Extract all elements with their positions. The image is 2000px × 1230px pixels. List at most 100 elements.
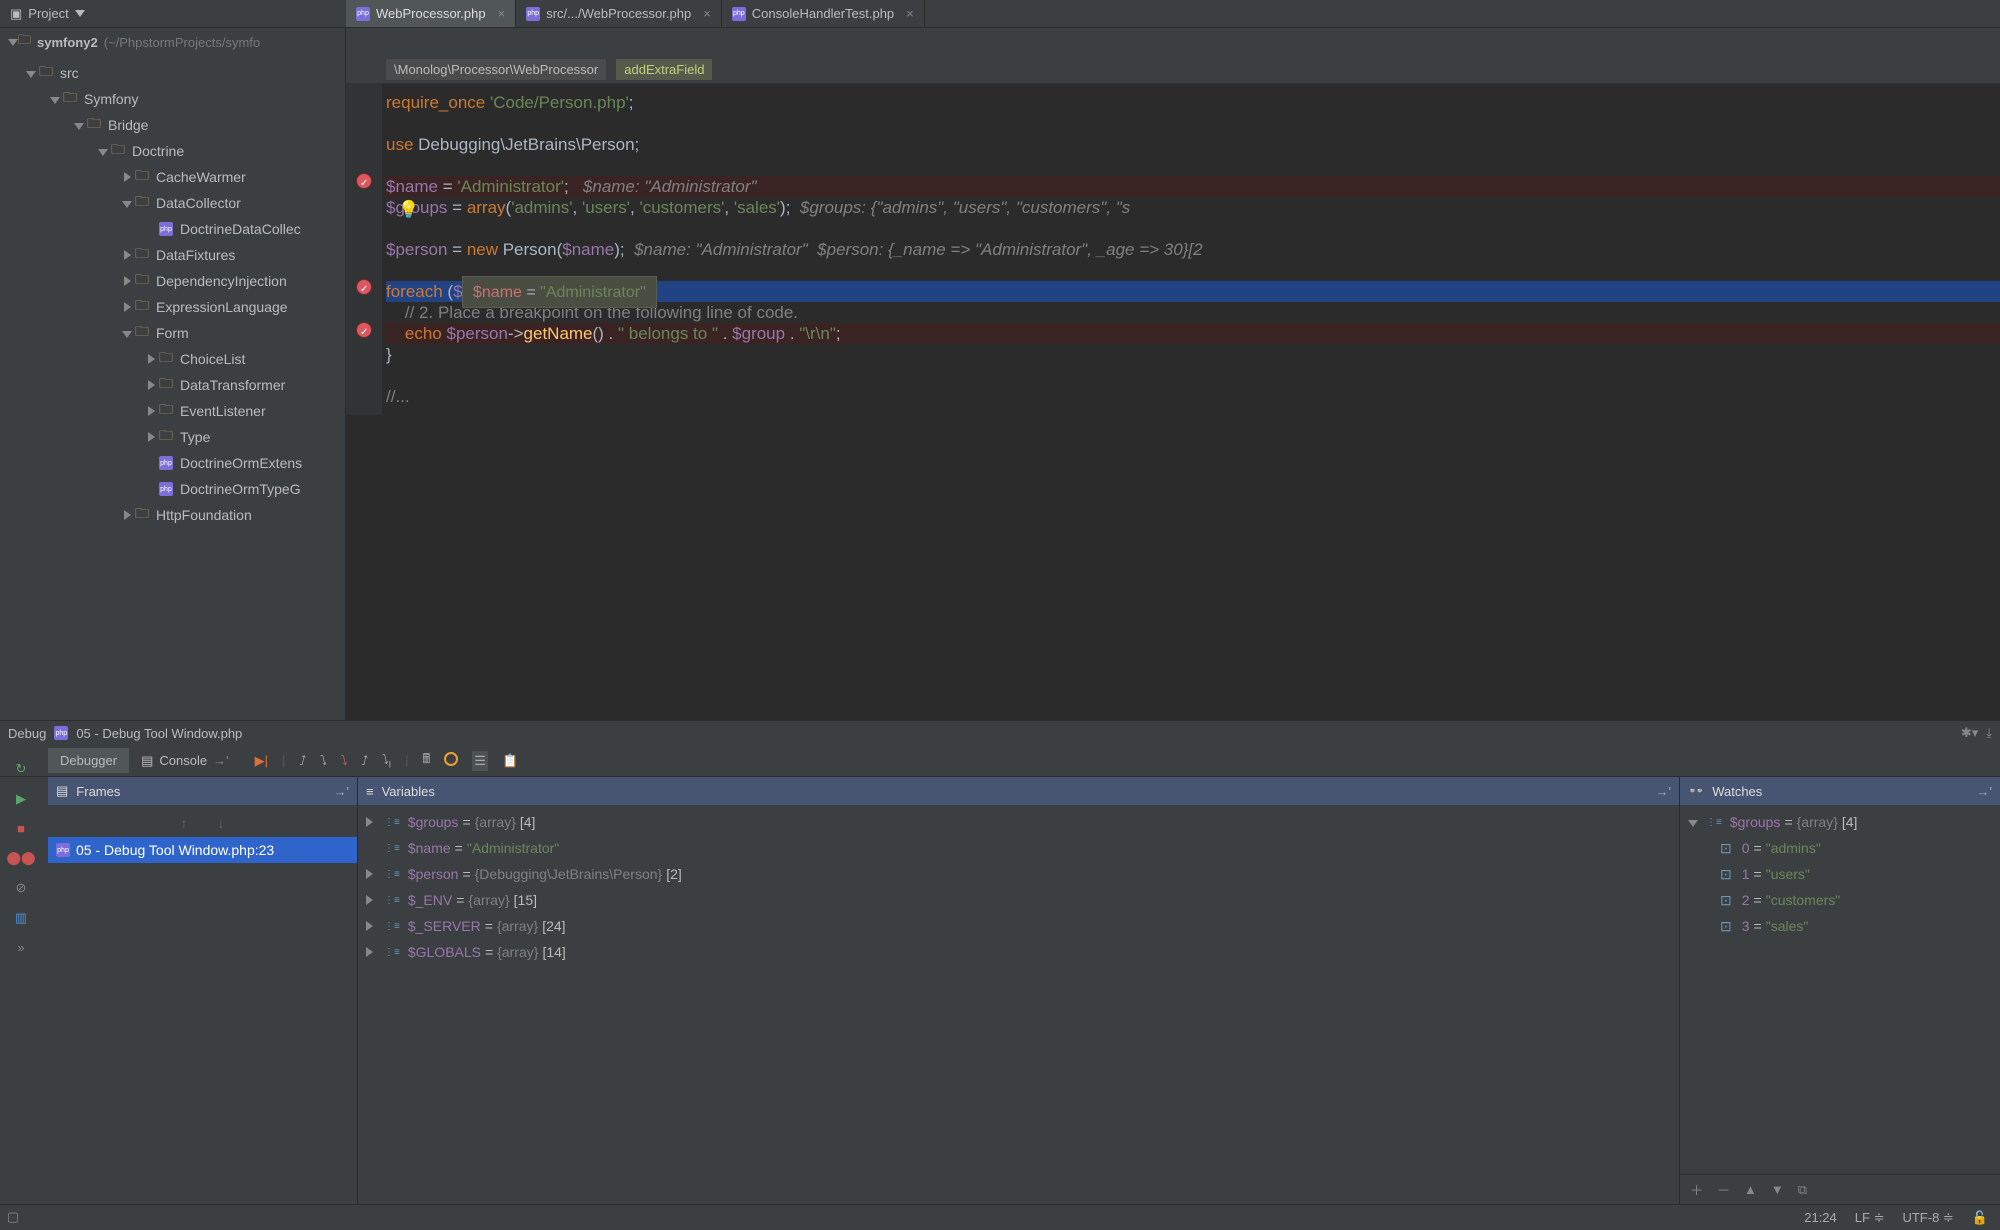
variable-row[interactable]: ⋮≡$groups = {array} [4] bbox=[358, 809, 1679, 835]
tree-node[interactable]: 🗀DependencyInjection bbox=[0, 268, 345, 294]
pin-icon[interactable]: →' bbox=[1977, 784, 1992, 799]
chevron-down-icon[interactable] bbox=[120, 325, 134, 341]
chevron-right-icon[interactable] bbox=[144, 351, 158, 367]
pin-tab-icon[interactable]: 📋 bbox=[502, 753, 518, 769]
expand-icon[interactable] bbox=[8, 39, 18, 46]
chevron-down-icon[interactable] bbox=[24, 65, 38, 81]
more-icon[interactable]: » bbox=[17, 940, 24, 955]
expand-icon[interactable] bbox=[366, 814, 380, 830]
chevron-down-icon[interactable] bbox=[72, 117, 86, 133]
chevron-right-icon[interactable] bbox=[144, 377, 158, 393]
variable-row[interactable]: ⋮≡$_SERVER = {array} [24] bbox=[358, 913, 1679, 939]
watch-root[interactable]: ⋮≡$groups = {array} [4] bbox=[1680, 809, 2000, 835]
watch-item[interactable]: ⊡1 = "users" bbox=[1680, 861, 2000, 887]
download-icon[interactable]: ⤓ bbox=[1986, 725, 1992, 741]
encoding[interactable]: UTF-8 ≑ bbox=[1902, 1210, 1953, 1226]
layout-icon[interactable]: ▥ bbox=[15, 910, 27, 926]
tree-node[interactable]: 🗀DataTransformer bbox=[0, 372, 345, 398]
tab-consolehandler[interactable]: php ConsoleHandlerTest.php × bbox=[722, 0, 925, 27]
variable-row[interactable]: ⋮≡$name = "Administrator" bbox=[358, 835, 1679, 861]
project-root[interactable]: 🗀 symfony2 (~/PhpstormProjects/symfo bbox=[0, 28, 345, 56]
breadcrumb-method[interactable]: addExtraField bbox=[616, 59, 712, 80]
variable-row[interactable]: ⋮≡$person = {Debugging\JetBrains\Person}… bbox=[358, 861, 1679, 887]
breakpoint-icon[interactable] bbox=[356, 279, 372, 295]
tree-node[interactable]: 🗀Bridge bbox=[0, 112, 345, 138]
tab-webprocessor[interactable]: php WebProcessor.php × bbox=[346, 0, 516, 27]
tree-node[interactable]: 🗀Type bbox=[0, 424, 345, 450]
step-into-icon[interactable]: ⭝ bbox=[320, 753, 327, 769]
chevron-right-icon[interactable] bbox=[120, 169, 134, 185]
view-breakpoints-icon[interactable]: ⬤⬤ bbox=[6, 850, 35, 866]
expand-icon[interactable] bbox=[366, 892, 380, 908]
tree-node[interactable]: 🗀DataCollector bbox=[0, 190, 345, 216]
rerun-icon[interactable]: ↻ bbox=[16, 761, 27, 777]
resume-icon[interactable]: ▶ bbox=[16, 791, 26, 807]
up-arrow-icon[interactable]: ↑ bbox=[181, 815, 188, 831]
expand-icon[interactable] bbox=[366, 944, 380, 960]
tree-node[interactable]: phpDoctrineOrmExtens bbox=[0, 450, 345, 476]
tree-node[interactable]: phpDoctrineOrmTypeG bbox=[0, 476, 345, 502]
tab-webprocessor2[interactable]: php src/.../WebProcessor.php × bbox=[516, 0, 722, 27]
chevron-right-icon[interactable] bbox=[144, 429, 158, 445]
settings-icon[interactable]: ☰ bbox=[472, 751, 488, 771]
remove-watch-icon[interactable]: － bbox=[1717, 1180, 1730, 1199]
watch-icon[interactable] bbox=[444, 752, 458, 769]
breakpoint-icon[interactable] bbox=[356, 173, 372, 189]
chevron-right-icon[interactable] bbox=[120, 247, 134, 263]
expand-icon[interactable] bbox=[366, 866, 380, 882]
tree-node[interactable]: 🗀DataFixtures bbox=[0, 242, 345, 268]
up-icon[interactable]: ▲ bbox=[1744, 1182, 1757, 1197]
step-out-icon[interactable]: ⭜ bbox=[361, 753, 368, 769]
tree-node[interactable]: 🗀Symfony bbox=[0, 86, 345, 112]
code-editor[interactable]: require_once 'Code/Person.php'; use Debu… bbox=[346, 84, 2000, 415]
watch-item[interactable]: ⊡0 = "admins" bbox=[1680, 835, 2000, 861]
run-to-cursor-icon[interactable]: ⭝I bbox=[382, 752, 391, 770]
watch-item[interactable]: ⊡2 = "customers" bbox=[1680, 887, 2000, 913]
bulb-icon[interactable]: 💡 bbox=[398, 199, 419, 220]
close-icon[interactable]: × bbox=[498, 6, 506, 21]
force-step-into-icon[interactable]: ⭝ bbox=[341, 753, 348, 769]
copy-icon[interactable]: ⧉ bbox=[1798, 1182, 1807, 1198]
gear-icon[interactable]: ✱▾ bbox=[1961, 725, 1978, 741]
editor-gutter[interactable] bbox=[346, 84, 382, 415]
breadcrumb-namespace[interactable]: \Monolog\Processor\WebProcessor bbox=[386, 59, 606, 80]
mute-breakpoints-icon[interactable]: ⊘ bbox=[16, 880, 27, 896]
tree-node[interactable]: 🗀HttpFoundation bbox=[0, 502, 345, 528]
chevron-right-icon[interactable] bbox=[120, 299, 134, 315]
expand-icon[interactable] bbox=[366, 918, 380, 934]
pin-icon[interactable]: →' bbox=[1656, 784, 1671, 799]
watch-item[interactable]: ⊡3 = "sales" bbox=[1680, 913, 2000, 939]
tree-node[interactable]: 🗀Doctrine bbox=[0, 138, 345, 164]
tree-node[interactable]: 🗀EventListener bbox=[0, 398, 345, 424]
down-icon[interactable]: ▼ bbox=[1771, 1182, 1784, 1197]
tree-node[interactable]: 🗀ChoiceList bbox=[0, 346, 345, 372]
variable-row[interactable]: ⋮≡$_ENV = {array} [15] bbox=[358, 887, 1679, 913]
chevron-down-icon[interactable] bbox=[120, 195, 134, 211]
chevron-down-icon[interactable] bbox=[96, 143, 110, 159]
step-over-icon[interactable]: ⭜ bbox=[299, 753, 306, 769]
tab-console[interactable]: ▤Console→' bbox=[129, 748, 240, 774]
stop-icon[interactable]: ■ bbox=[17, 821, 25, 836]
show-execution-icon[interactable]: ▶| bbox=[255, 753, 268, 769]
variable-row[interactable]: ⋮≡$GLOBALS = {array} [14] bbox=[358, 939, 1679, 965]
project-selector[interactable]: ▣ Project bbox=[0, 6, 95, 22]
tree-node[interactable]: phpDoctrineDataCollec bbox=[0, 216, 345, 242]
tree-node[interactable]: 🗀src bbox=[0, 60, 345, 86]
tool-window-icon[interactable]: ▢ bbox=[0, 1204, 26, 1230]
pin-icon[interactable]: →' bbox=[213, 753, 228, 768]
expand-icon[interactable] bbox=[1688, 814, 1702, 830]
lock-icon[interactable]: 🔓 bbox=[1972, 1210, 1988, 1226]
down-arrow-icon[interactable]: ↓ bbox=[218, 815, 225, 831]
chevron-right-icon[interactable] bbox=[120, 507, 134, 523]
close-icon[interactable]: × bbox=[703, 6, 711, 21]
evaluate-icon[interactable]: 🖩 bbox=[422, 750, 430, 772]
line-separator[interactable]: LF ≑ bbox=[1855, 1210, 1885, 1226]
tree-node[interactable]: 🗀Form bbox=[0, 320, 345, 346]
chevron-right-icon[interactable] bbox=[144, 403, 158, 419]
chevron-down-icon[interactable] bbox=[48, 91, 62, 107]
tab-debugger[interactable]: Debugger bbox=[48, 748, 129, 773]
pin-icon[interactable]: →' bbox=[334, 784, 349, 799]
frame-row[interactable]: php 05 - Debug Tool Window.php:23 bbox=[48, 837, 357, 863]
add-watch-icon[interactable]: ＋ bbox=[1690, 1180, 1703, 1199]
chevron-right-icon[interactable] bbox=[120, 273, 134, 289]
